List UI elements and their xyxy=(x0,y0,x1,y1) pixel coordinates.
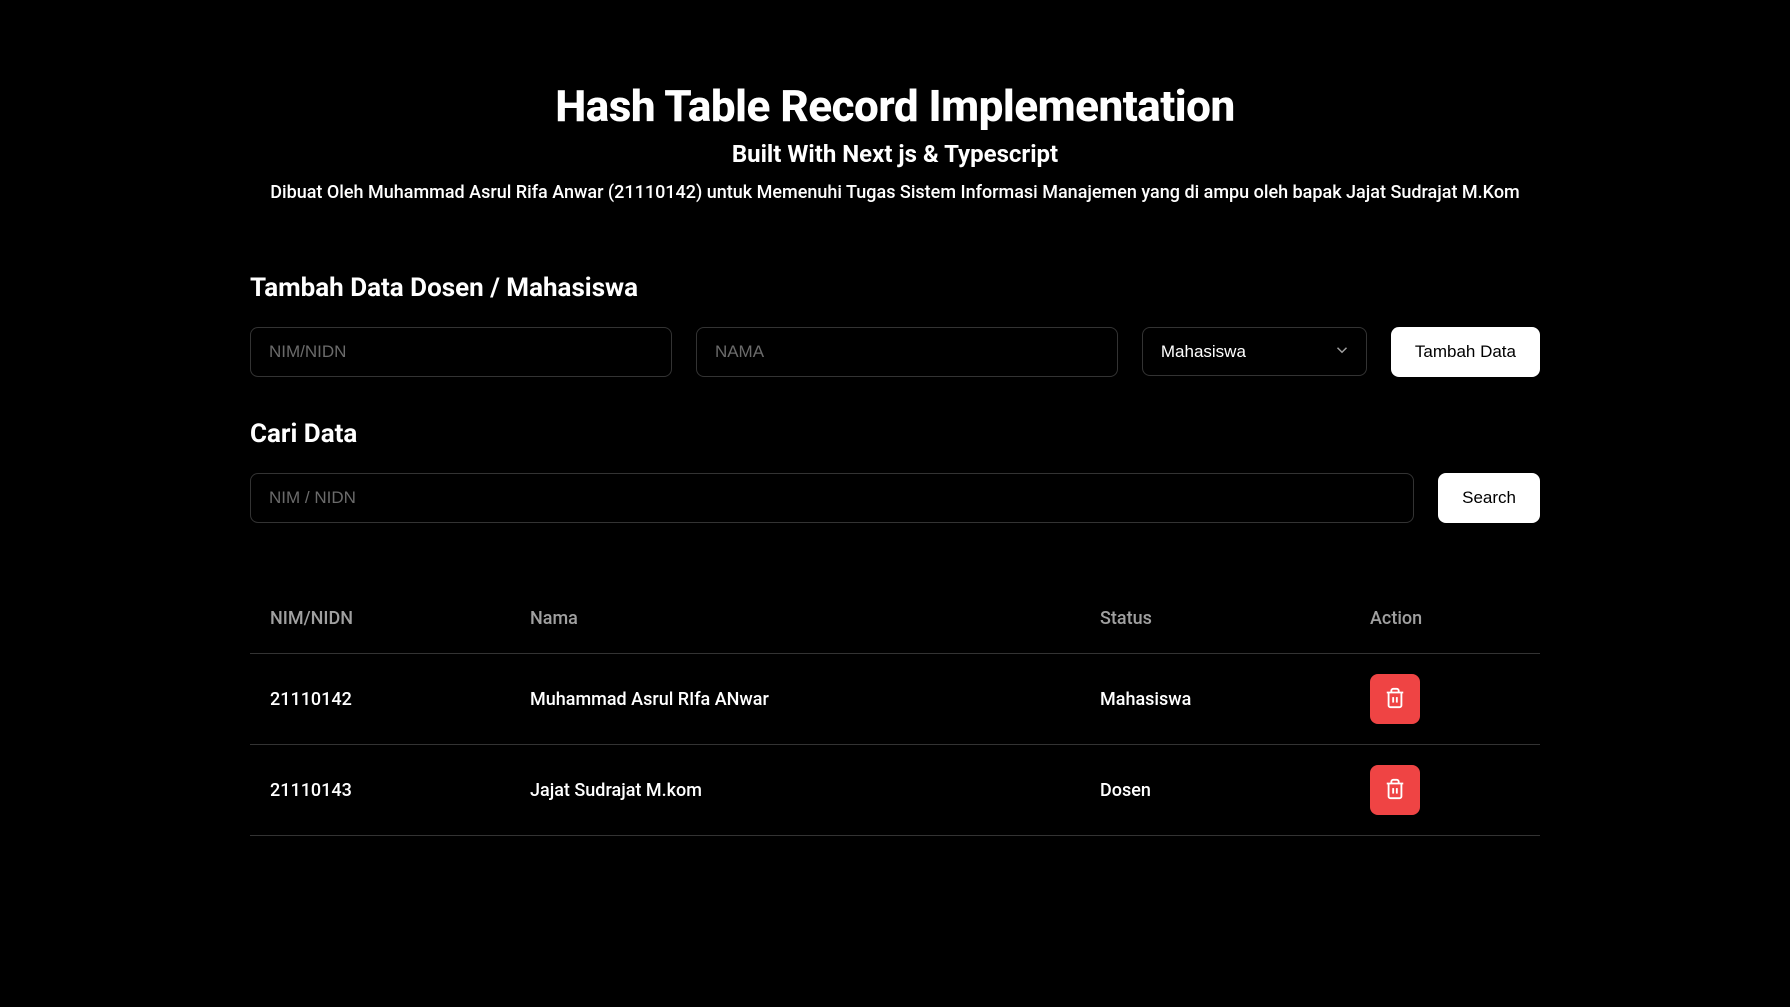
add-data-button[interactable]: Tambah Data xyxy=(1391,327,1540,377)
nim-input[interactable] xyxy=(250,327,672,377)
page-description: Dibuat Oleh Muhammad Asrul Rifa Anwar (2… xyxy=(20,182,1770,203)
table-cell-nama: Jajat Sudrajat M.kom xyxy=(530,780,1100,801)
table-cell-nama: Muhammad Asrul RIfa ANwar xyxy=(530,689,1100,710)
table-header-status: Status xyxy=(1100,608,1370,629)
table-header-nim: NIM/NIDN xyxy=(270,608,530,629)
table-row: 21110143 Jajat Sudrajat M.kom Dosen xyxy=(250,745,1540,836)
table-row: 21110142 Muhammad Asrul RIfa ANwar Mahas… xyxy=(250,654,1540,745)
table-header-nama: Nama xyxy=(530,608,1100,629)
page-subtitle: Built With Next js & Typescript xyxy=(20,140,1770,168)
search-data-title: Cari Data xyxy=(250,419,1540,449)
table-cell-status: Dosen xyxy=(1100,780,1370,801)
table-cell-status: Mahasiswa xyxy=(1100,689,1370,710)
status-select[interactable]: Mahasiswa xyxy=(1142,327,1367,376)
search-button[interactable]: Search xyxy=(1438,473,1540,523)
table-cell-nim: 21110142 xyxy=(270,689,530,710)
search-input[interactable] xyxy=(250,473,1414,523)
trash-icon xyxy=(1384,687,1406,712)
delete-button[interactable] xyxy=(1370,674,1420,724)
add-data-title: Tambah Data Dosen / Mahasiswa xyxy=(250,273,1540,303)
table-header-action: Action xyxy=(1370,608,1550,629)
nama-input[interactable] xyxy=(696,327,1118,377)
trash-icon xyxy=(1384,778,1406,803)
page-title: Hash Table Record Implementation xyxy=(20,80,1770,132)
delete-button[interactable] xyxy=(1370,765,1420,815)
table-cell-nim: 21110143 xyxy=(270,780,530,801)
